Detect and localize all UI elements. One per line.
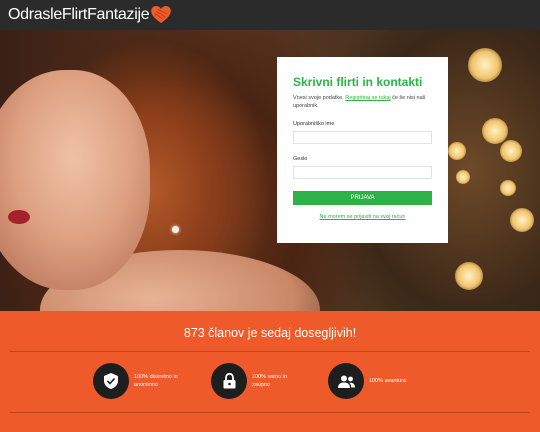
bokeh-light bbox=[455, 262, 483, 290]
feature-icon-circle bbox=[93, 363, 129, 399]
feature-text: 100% diskretno in anonimno bbox=[134, 374, 178, 388]
login-desc-text: Vnesi svoje podatke. bbox=[293, 95, 344, 101]
online-members-title: 873 članov je sedaj dosegljivih! bbox=[183, 326, 357, 340]
password-input[interactable] bbox=[293, 166, 432, 179]
shield-check-icon bbox=[104, 373, 118, 389]
feature-secure: 100% varno in zaupno bbox=[211, 363, 302, 399]
hero-image bbox=[0, 30, 540, 311]
login-button[interactable]: PRIJAVA bbox=[293, 191, 432, 205]
hero-lips bbox=[8, 210, 30, 224]
feature-icon-circle bbox=[211, 363, 247, 399]
feature-text: 100% avantura bbox=[369, 378, 406, 384]
hero-earring bbox=[172, 226, 179, 233]
heart-icon bbox=[151, 6, 172, 24]
feature-text: 100% varno in zaupno bbox=[252, 374, 288, 388]
login-card: Skrivni flirti in kontakti Vnesi svoje p… bbox=[277, 57, 448, 243]
login-description: Vnesi svoje podatke. Registriraj se tuka… bbox=[293, 94, 432, 110]
login-title: Skrivni flirti in kontakti bbox=[293, 75, 423, 89]
feature-discreet: 100% diskretno in anonimno bbox=[93, 363, 184, 399]
lock-icon bbox=[223, 373, 235, 389]
password-label: Geslo bbox=[293, 156, 308, 162]
feature-icon-circle bbox=[328, 363, 364, 399]
bokeh-light bbox=[468, 48, 502, 82]
username-input[interactable] bbox=[293, 131, 432, 144]
logo-text: OdrasleFlirtFantazije bbox=[8, 6, 150, 23]
bokeh-light bbox=[510, 208, 534, 232]
site-logo[interactable]: OdrasleFlirtFantazije bbox=[8, 5, 172, 25]
band-divider bbox=[10, 351, 530, 352]
site-header: OdrasleFlirtFantazije bbox=[0, 0, 540, 30]
bokeh-light bbox=[500, 140, 522, 162]
band-divider bbox=[10, 412, 530, 413]
bokeh-light bbox=[482, 118, 508, 144]
bokeh-light bbox=[500, 180, 516, 196]
register-link[interactable]: Registriraj se tukaj bbox=[345, 95, 390, 101]
bokeh-light bbox=[456, 170, 470, 184]
users-icon bbox=[337, 375, 355, 388]
bokeh-light bbox=[448, 142, 466, 160]
forgot-login-link[interactable]: Ne morem se prijaviti na svoj račun bbox=[293, 214, 432, 220]
members-band: 873 članov je sedaj dosegljivih! 100% di… bbox=[0, 311, 540, 432]
hero-face bbox=[0, 70, 150, 290]
feature-adventure: 100% avantura bbox=[328, 363, 419, 399]
username-label: Uporabniško ime bbox=[293, 121, 335, 127]
